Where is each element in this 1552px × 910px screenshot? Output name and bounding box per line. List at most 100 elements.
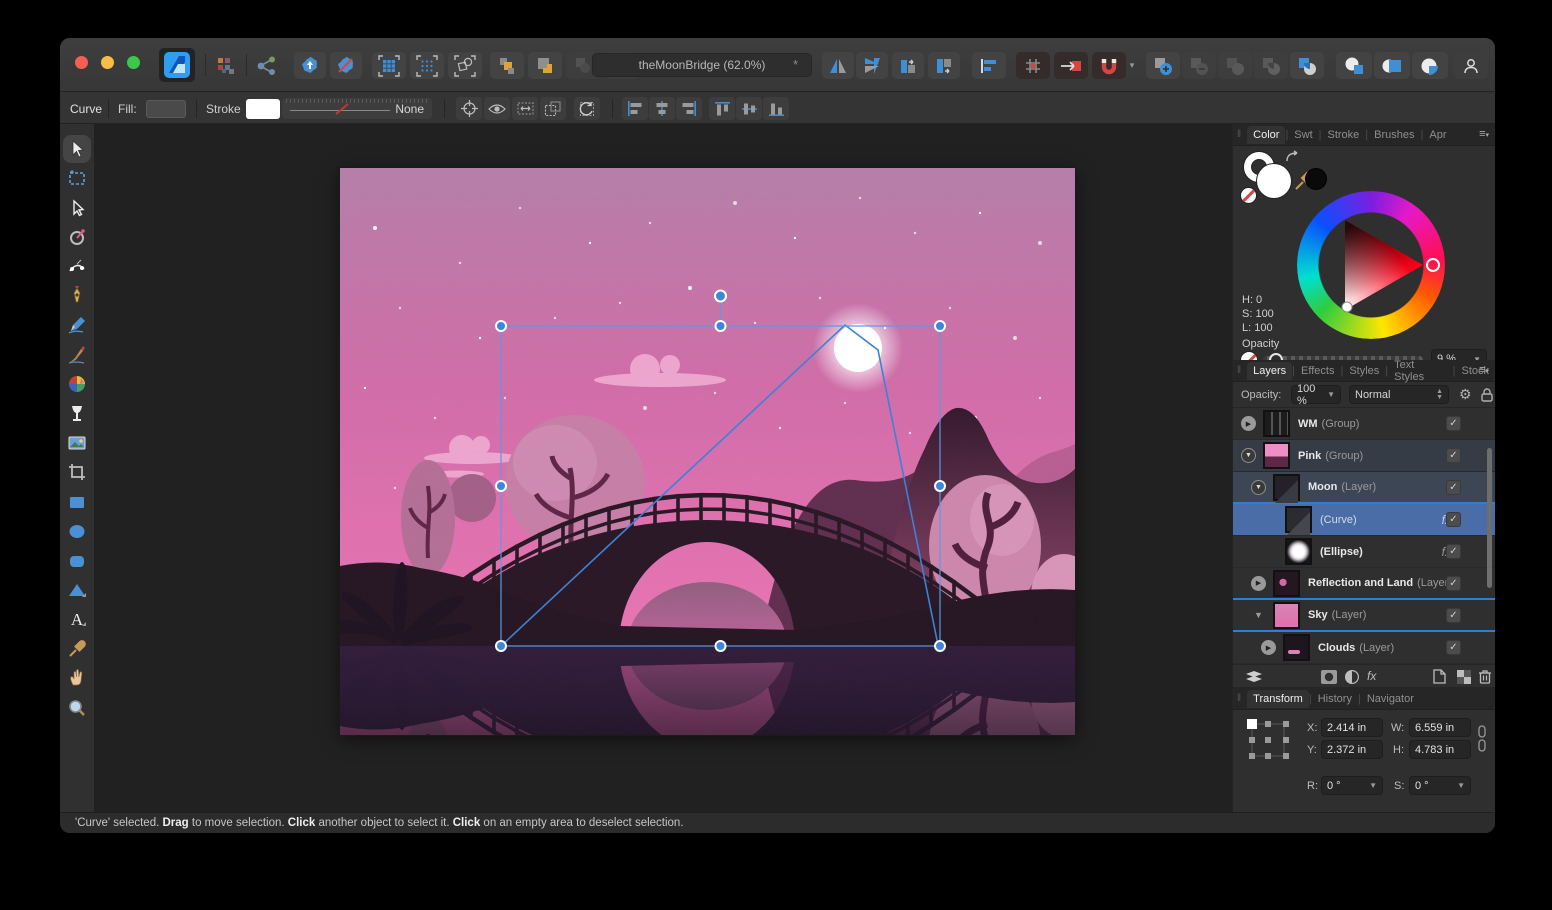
move-to-front-button[interactable] (490, 52, 524, 79)
rotate-cw-button[interactable] (928, 52, 960, 79)
align-middle-vertical-button[interactable] (736, 97, 762, 120)
visibility-checkbox[interactable]: ✓ (1446, 576, 1461, 591)
layer-opacity-dropdown[interactable]: 100 % ▼ (1291, 385, 1341, 404)
view-tool[interactable] (66, 667, 88, 689)
align-center-horizontal-button[interactable] (649, 97, 675, 120)
tab-transform[interactable]: Transform (1247, 690, 1309, 708)
rounded-rectangle-tool[interactable] (66, 550, 88, 572)
blend-mode-dropdown[interactable]: Normal ▲▼ (1349, 385, 1449, 404)
preview-mode-button[interactable] (484, 97, 510, 120)
anchor-point-selector[interactable] (1246, 718, 1290, 762)
selection-handle[interactable] (496, 641, 506, 651)
artboard-tool[interactable] (66, 167, 88, 189)
align-bottom-button[interactable] (763, 97, 789, 120)
insert-on-top-button[interactable] (1374, 52, 1410, 79)
panel-menu-icon[interactable]: ≡▾ (1479, 364, 1489, 376)
zoom-window-button[interactable] (127, 56, 140, 69)
move-forward-button[interactable] (528, 52, 562, 79)
align-right-button[interactable] (676, 97, 702, 120)
rectangle-tool[interactable] (66, 491, 88, 513)
export-persona-button[interactable] (252, 52, 282, 79)
layer-row-reflection-and-land[interactable]: ▶ Reflection and Land (Layer) ✓ (1233, 568, 1495, 600)
visibility-checkbox[interactable]: ✓ (1446, 480, 1461, 495)
triangle-tool[interactable] (66, 579, 88, 601)
insert-behind-button[interactable] (1336, 52, 1372, 79)
delete-layer-trash-icon[interactable] (1479, 669, 1491, 684)
rotation-handle[interactable] (715, 291, 726, 302)
text-tool[interactable]: A (66, 608, 88, 630)
layer-row-ellipse[interactable]: (Ellipse) fx ✓ (1233, 536, 1495, 568)
shear-dropdown[interactable]: 0 °▼ (1409, 776, 1471, 795)
width-input[interactable]: 6.559 in (1409, 718, 1471, 737)
selection-handle[interactable] (935, 481, 945, 491)
color-picker-tool[interactable] (66, 638, 88, 660)
layer-thumbnail[interactable] (1273, 474, 1300, 501)
unpublish-button[interactable] (330, 52, 362, 79)
designer-persona-button[interactable] (159, 48, 195, 82)
scale-with-object-button[interactable] (512, 97, 538, 120)
layer-effects-fx-icon[interactable]: fx (1367, 669, 1376, 683)
tab-swatches[interactable]: Swt (1288, 126, 1318, 144)
layer-row-curve[interactable]: (Curve) fx ✓ (1233, 504, 1495, 536)
layer-thumbnail[interactable] (1285, 538, 1312, 565)
lock-icon[interactable] (1481, 388, 1493, 402)
tab-stroke[interactable]: Stroke (1322, 126, 1366, 144)
collapse-icon[interactable]: ▼ (1251, 480, 1266, 495)
zoom-tool[interactable] (66, 697, 88, 719)
vector-brush-tool[interactable] (66, 344, 88, 366)
move-tool[interactable] (66, 138, 88, 160)
transform-objects-separately-button[interactable] (540, 97, 566, 120)
layer-thumbnail[interactable] (1263, 410, 1290, 437)
document-canvas[interactable] (340, 168, 1075, 735)
rotation-dropdown[interactable]: 0 °▼ (1321, 776, 1383, 795)
tab-history[interactable]: History (1312, 690, 1358, 708)
layer-row-moon[interactable]: ▼ Moon (Layer) ✓ (1233, 472, 1495, 504)
fill-tool[interactable] (66, 373, 88, 395)
layer-thumbnail[interactable] (1283, 634, 1310, 661)
pasteboard[interactable] (94, 124, 1232, 812)
layer-thumbnail[interactable] (1263, 442, 1290, 469)
selection-handle[interactable] (716, 321, 726, 331)
place-image-tool[interactable] (66, 432, 88, 454)
corner-tool[interactable] (66, 256, 88, 278)
enable-transform-origin-button[interactable] (574, 97, 600, 120)
stroke-width-slider[interactable]: None (282, 98, 432, 119)
hue-marker[interactable] (1427, 259, 1439, 271)
no-color-well[interactable] (1241, 188, 1256, 203)
expand-icon[interactable]: ▶ (1251, 576, 1266, 591)
layer-row-pink[interactable]: ▼ Pink (Group) ✓ (1233, 440, 1495, 472)
tab-effects[interactable]: Effects (1295, 362, 1340, 380)
tab-brushes[interactable]: Brushes (1368, 126, 1420, 144)
collapse-icon[interactable]: ▼ (1251, 608, 1266, 623)
ellipse-tool[interactable] (66, 520, 88, 542)
picked-color-swatch[interactable] (1305, 168, 1327, 190)
new-layer-icon[interactable] (1433, 669, 1446, 684)
expand-icon[interactable]: ▶ (1241, 416, 1256, 431)
tab-text-styles[interactable]: Text Styles (1388, 356, 1452, 386)
fill-color-swatch[interactable] (146, 100, 186, 118)
pencil-tool[interactable] (66, 314, 88, 336)
layer-row-wm[interactable]: ▶ WM (Group) ✓ (1233, 408, 1495, 440)
selection-handle[interactable] (716, 641, 726, 651)
mask-layer-icon[interactable] (1321, 670, 1337, 684)
panel-drag-handle[interactable]: ‖ (1237, 365, 1242, 376)
expand-icon[interactable]: ▶ (1261, 640, 1276, 655)
panel-drag-handle[interactable]: ‖ (1237, 129, 1242, 140)
minimize-window-button[interactable] (101, 56, 114, 69)
saturation-triangle[interactable] (1297, 191, 1445, 339)
tab-layers[interactable]: Layers (1247, 362, 1292, 380)
snapping-options-dropdown[interactable]: ▾ (1124, 52, 1140, 79)
transparency-tool[interactable] (66, 403, 88, 425)
layer-thumbnail[interactable] (1285, 506, 1312, 533)
panel-menu-icon[interactable]: ≡▾ (1479, 128, 1489, 140)
tab-navigator[interactable]: Navigator (1361, 690, 1420, 708)
pen-tool[interactable] (66, 285, 88, 307)
visibility-checkbox[interactable]: ✓ (1446, 608, 1461, 623)
align-left-button[interactable] (622, 97, 648, 120)
edit-shapes-button[interactable] (448, 52, 482, 79)
flip-vertical-button[interactable] (856, 52, 888, 79)
panel-drag-handle[interactable]: ‖ (1237, 693, 1242, 704)
tab-appearance[interactable]: Apr (1423, 126, 1452, 144)
adjustment-layer-icon[interactable] (1345, 670, 1359, 684)
layer-stack-icon[interactable] (1245, 670, 1263, 684)
